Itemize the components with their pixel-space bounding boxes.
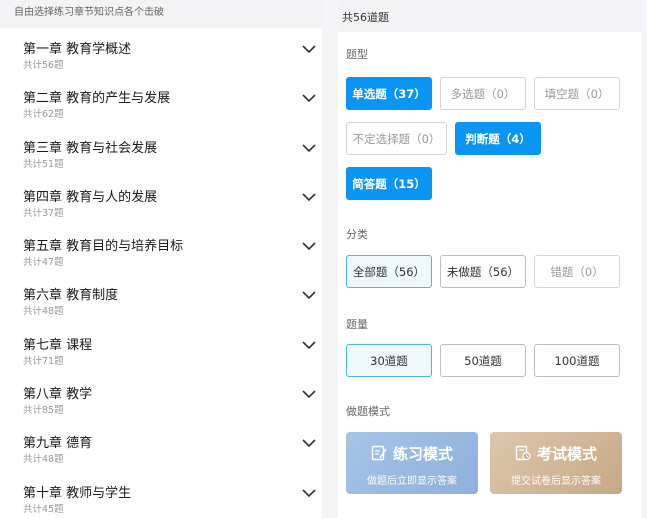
mode-section-label: 做题模式	[346, 405, 390, 418]
chevron-down-icon[interactable]	[302, 340, 316, 350]
chapter-count: 共计56题	[23, 60, 64, 71]
chevron-down-icon[interactable]	[302, 438, 316, 448]
chevron-down-icon[interactable]	[302, 389, 316, 399]
chapter-title: 第六章 教育制度	[23, 288, 119, 304]
type-indefinite-choice-chip[interactable]: 不定选择题（0）	[346, 122, 447, 155]
exam-mode-button[interactable]: 考试模式 提交试卷后显示答案	[490, 432, 622, 494]
practice-mode-button[interactable]: 练习模式 做题后立即显示答案	[346, 432, 478, 494]
chapter-title: 第三章 教育与社会发展	[23, 140, 158, 156]
amount-30-chip[interactable]: 30道题	[346, 344, 432, 377]
question-total: 共56道题	[338, 0, 642, 32]
practice-mode-label: 练习模式	[392, 445, 453, 463]
app-root: 自由选择练习章节知识点各个击破 第一章 教育学概述 共计56题 第二章 教育的产…	[0, 0, 647, 518]
edit-note-icon	[371, 445, 387, 461]
category-all-chip[interactable]: 全部题（56）	[346, 255, 432, 288]
chapter-item-1[interactable]: 第一章 教育学概述 共计56题	[0, 28, 322, 77]
chapter-item-7[interactable]: 第七章 课程 共计71题	[0, 324, 322, 373]
practice-mode-subtitle: 做题后立即显示答案	[367, 476, 457, 487]
chapter-item-10[interactable]: 第十章 教师与学生 共计45题	[0, 472, 322, 518]
practice-mode-title: 练习模式	[346, 443, 478, 464]
chapter-title: 第十章 教师与学生	[23, 485, 132, 501]
chapter-count: 共计48题	[23, 306, 64, 318]
type-single-choice-chip[interactable]: 单选题（37）	[346, 77, 432, 110]
chevron-down-icon[interactable]	[302, 93, 316, 103]
exam-clock-icon	[515, 445, 531, 461]
chapter-panel: 自由选择练习章节知识点各个击破 第一章 教育学概述 共计56题 第二章 教育的产…	[0, 0, 322, 518]
type-short-answer-chip[interactable]: 简答题（15）	[346, 167, 432, 200]
chapter-item-3[interactable]: 第三章 教育与社会发展 共计51题	[0, 127, 322, 176]
category-undone-chip[interactable]: 未做题（56）	[440, 255, 526, 288]
chapter-count: 共计45题	[23, 503, 64, 515]
exam-mode-subtitle: 提交试卷后显示答案	[511, 476, 601, 487]
chapter-count: 共计51题	[23, 158, 64, 170]
amount-100-chip[interactable]: 100道题	[534, 344, 620, 377]
filter-panel: 共56道题 题型 单选题（37） 多选题（0） 填空题（0） 不定选择题（0） …	[338, 0, 642, 518]
chapter-title: 第二章 教育的产生与发展	[23, 91, 171, 107]
type-section-label: 题型	[346, 48, 368, 61]
category-wrong-chip[interactable]: 错题（0）	[534, 255, 620, 288]
type-multi-choice-chip[interactable]: 多选题（0）	[440, 77, 526, 110]
chapter-item-8[interactable]: 第八章 教学 共计85题	[0, 373, 322, 422]
chapter-count: 共计37题	[23, 207, 64, 219]
chevron-down-icon[interactable]	[302, 192, 316, 202]
chapter-item-2[interactable]: 第二章 教育的产生与发展 共计62题	[0, 77, 322, 126]
chapter-count: 共计47题	[23, 257, 64, 269]
chapter-title: 第七章 课程	[23, 337, 93, 353]
chapter-title: 第八章 教学	[23, 387, 93, 403]
chevron-down-icon[interactable]	[302, 143, 316, 153]
chapter-title: 第五章 教育目的与培养目标	[23, 239, 184, 255]
amount-section-label: 题量	[346, 318, 368, 331]
amount-50-chip[interactable]: 50道题	[440, 344, 526, 377]
exam-mode-label: 考试模式	[536, 445, 597, 463]
chevron-down-icon[interactable]	[302, 44, 316, 54]
chapter-item-9[interactable]: 第九章 德育 共计48题	[0, 422, 322, 471]
chapter-title: 第九章 德育	[23, 436, 93, 452]
chapter-item-6[interactable]: 第六章 教育制度 共计48题	[0, 274, 322, 323]
chapter-title: 第四章 教育与人的发展	[23, 189, 158, 205]
chevron-down-icon[interactable]	[302, 488, 316, 498]
category-section-label: 分类	[346, 228, 368, 241]
chapter-item-4[interactable]: 第四章 教育与人的发展 共计37题	[0, 176, 322, 225]
chapter-panel-header: 自由选择练习章节知识点各个击破	[0, 0, 322, 28]
chapter-item-5[interactable]: 第五章 教育目的与培养目标 共计47题	[0, 225, 322, 274]
type-fill-blank-chip[interactable]: 填空题（0）	[534, 77, 620, 110]
chapter-count: 共计48题	[23, 454, 64, 466]
chapter-title: 第一章 教育学概述	[23, 42, 132, 57]
type-judgment-chip[interactable]: 判断题（4）	[455, 122, 541, 155]
chevron-down-icon[interactable]	[302, 241, 316, 251]
exam-mode-title: 考试模式	[490, 443, 622, 464]
chapter-count: 共计85题	[23, 405, 64, 417]
chapter-count: 共计62题	[23, 109, 64, 121]
chevron-down-icon[interactable]	[302, 290, 316, 300]
chapter-count: 共计71题	[23, 355, 64, 367]
